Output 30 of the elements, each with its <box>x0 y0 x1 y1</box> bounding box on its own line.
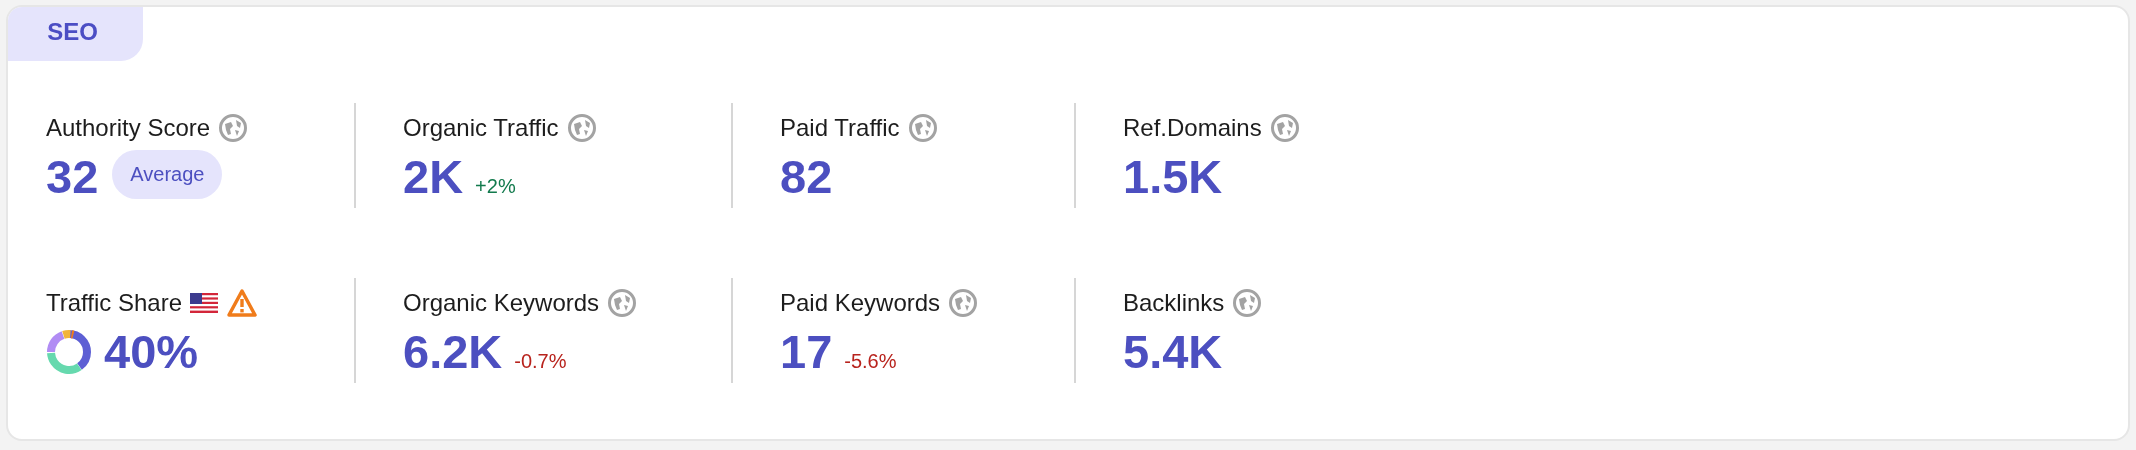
metric-value: 1.5K <box>1123 153 1223 200</box>
metric-label: Organic Keywords <box>403 289 600 317</box>
metric-value: 17 <box>780 328 833 375</box>
metric-label: Paid Traffic <box>780 114 900 142</box>
metric-value: 82 <box>780 153 833 200</box>
metric-label: Authority Score <box>46 114 211 142</box>
metric-label: Traffic Share <box>46 289 183 317</box>
metric-label: Paid Keywords <box>780 289 941 317</box>
globe-icon <box>607 288 638 318</box>
metric-label: Backlinks <box>1123 289 1225 317</box>
metric-value: 2K <box>403 153 464 200</box>
metric-value: 32 <box>46 153 99 200</box>
globe-icon <box>218 113 249 143</box>
globe-icon <box>948 288 979 318</box>
flag-icon <box>190 293 219 313</box>
score-badge: Average <box>112 150 223 199</box>
metric-value: 40% <box>104 328 199 375</box>
globe-icon <box>1269 113 1300 143</box>
seo-tab[interactable]: SEO <box>8 7 143 61</box>
warning-icon <box>226 288 259 318</box>
change-percent: -0.7% <box>514 350 567 373</box>
globe-icon <box>1232 288 1263 318</box>
metric-value: 5.4K <box>1123 328 1223 375</box>
change-percent: +2% <box>475 175 516 198</box>
globe-icon <box>566 113 597 143</box>
globe-icon <box>907 113 938 143</box>
metric-label: Organic Traffic <box>403 114 559 142</box>
metric-label: Ref.Domains <box>1123 114 1262 142</box>
metric-value: 6.2K <box>403 328 503 375</box>
change-percent: -5.6% <box>844 350 897 373</box>
